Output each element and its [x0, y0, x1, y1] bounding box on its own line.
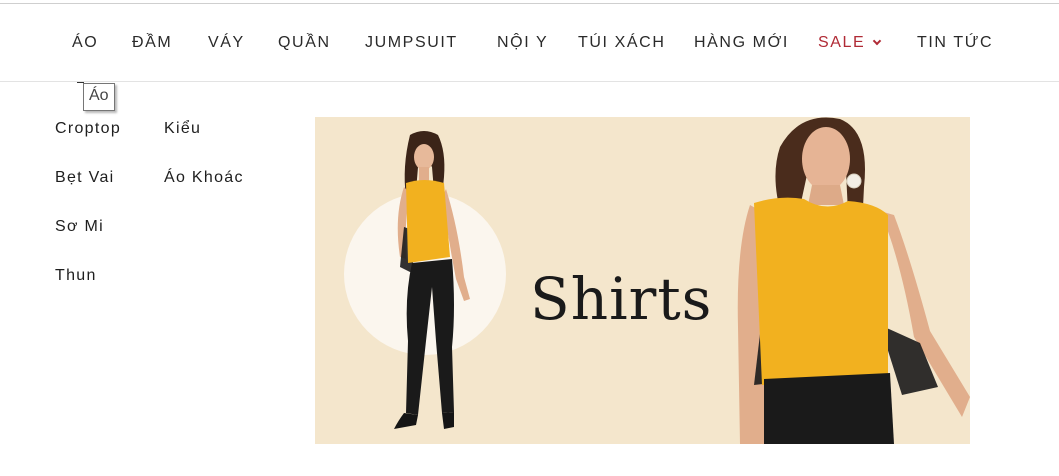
nav-item-ao[interactable]: ÁO	[72, 34, 98, 52]
nav-item-quan[interactable]: QUẦN	[278, 34, 331, 52]
chevron-down-icon	[873, 36, 882, 46]
model-closeup-yellow-top	[754, 197, 888, 385]
shirts-banner[interactable]: Shirts	[315, 117, 970, 444]
model-yellow-top	[406, 180, 450, 263]
submenu-item-croptop[interactable]: Croptop	[55, 120, 121, 138]
banner-title: Shirts	[530, 265, 713, 333]
submenu-item-so-mi[interactable]: Sơ Mi	[55, 218, 104, 236]
nav-item-sale-label: SALE	[818, 34, 866, 51]
hover-tooltip: Áo	[83, 83, 115, 111]
nav-item-vay[interactable]: VÁY	[208, 34, 245, 52]
submenu-item-ao-khoac[interactable]: Áo Khoác	[164, 169, 244, 187]
submenu-item-thun[interactable]: Thun	[55, 267, 97, 285]
submenu-item-kieu[interactable]: Kiểu	[164, 120, 201, 138]
nav-item-noi-y[interactable]: NỘI Y	[497, 34, 548, 52]
nav-item-dam[interactable]: ĐẦM	[132, 34, 172, 52]
nav-item-sale[interactable]: SALE	[818, 34, 882, 52]
submenu-item-bet-vai[interactable]: Bẹt Vai	[55, 169, 115, 187]
nav-item-tin-tuc[interactable]: TIN TỨC	[917, 34, 993, 52]
main-navigation: ÁO ĐẦM VÁY QUẦN JUMPSUIT NỘI Y TÚI XÁCH …	[0, 4, 1059, 82]
nav-item-hang-moi[interactable]: HÀNG MỚI	[694, 34, 789, 52]
model-full-body-image	[394, 131, 470, 429]
nav-item-jumpsuit[interactable]: JUMPSUIT	[365, 34, 458, 52]
model-closeup-image	[737, 117, 970, 444]
nav-item-tui-xach[interactable]: TÚI XÁCH	[578, 34, 665, 52]
